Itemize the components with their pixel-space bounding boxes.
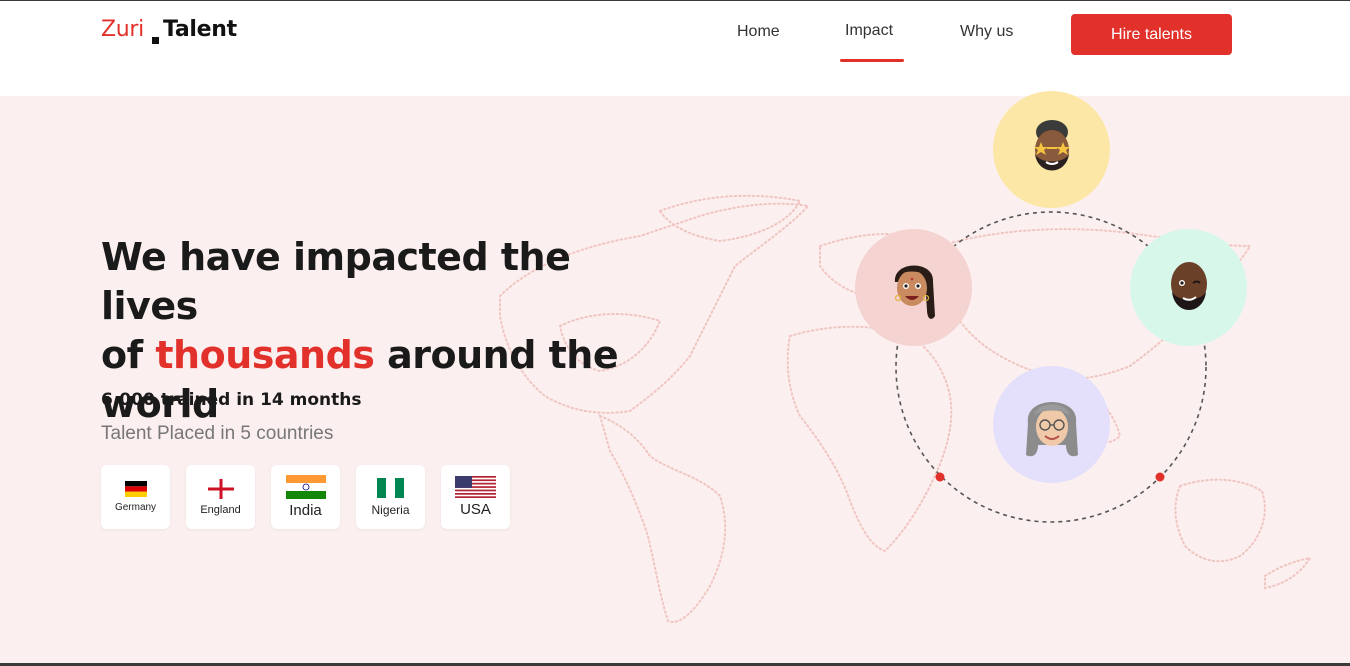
country-flags-list: Germany England India Nigeria USA <box>101 465 510 529</box>
nav-why-us-link[interactable]: Why us <box>960 23 1013 41</box>
avatar-braid-woman <box>855 229 972 346</box>
memoji-wink-man-icon <box>1170 261 1207 310</box>
memoji-grey-hair-woman-icon <box>1025 401 1078 456</box>
ring-dot <box>1155 472 1165 482</box>
country-card-england: England <box>186 465 255 529</box>
logo-square-mark <box>151 37 159 44</box>
avatar-wink-man <box>1130 229 1247 346</box>
headline-line-1: We have impacted the lives <box>101 235 571 328</box>
site-header: Zuri Talent Home Impact Why us Hire tale… <box>0 1 1350 96</box>
country-label-germany: Germany <box>114 502 157 513</box>
impact-hero-section: We have impacted the lives of thousands … <box>0 96 1350 666</box>
memoji-star-glasses-icon <box>1033 119 1070 170</box>
headline-accent-word: thousands <box>155 333 375 377</box>
usa-flag-icon <box>455 476 496 498</box>
country-card-usa: USA <box>441 465 510 529</box>
logo-zuri-text: Zuri <box>101 17 144 42</box>
avatar-grey-hair-woman <box>993 366 1110 483</box>
placed-countries-text: Talent Placed in 5 countries <box>101 423 334 444</box>
country-label-india: India <box>289 502 322 519</box>
country-card-germany: Germany <box>101 465 170 529</box>
country-card-nigeria: Nigeria <box>356 465 425 529</box>
england-flag-icon <box>207 478 234 499</box>
nav-home-link[interactable]: Home <box>737 23 780 41</box>
nigeria-flag-icon <box>377 477 404 498</box>
headline-line-2-pre: of <box>101 333 156 377</box>
nav-active-indicator <box>840 59 904 62</box>
memoji-braid-woman-icon <box>894 265 935 319</box>
country-label-nigeria: Nigeria <box>371 502 410 517</box>
germany-flag-icon <box>124 481 147 497</box>
avatar-star-glasses <box>993 91 1110 208</box>
country-label-england: England <box>200 503 241 516</box>
logo-talent-text: Talent <box>162 17 237 42</box>
country-card-india: India <box>271 465 340 529</box>
nav-impact-link[interactable]: Impact <box>845 22 893 40</box>
india-flag-icon <box>285 475 326 499</box>
trained-stat: 6,000 trained in 14 months <box>101 390 362 410</box>
zuri-talent-logo[interactable]: Zuri Talent <box>101 17 237 47</box>
headline-line-2-post: around the <box>374 333 619 377</box>
hire-talents-button[interactable]: Hire talents <box>1071 14 1232 55</box>
ring-dot <box>935 472 945 482</box>
country-label-usa: USA <box>460 501 491 518</box>
